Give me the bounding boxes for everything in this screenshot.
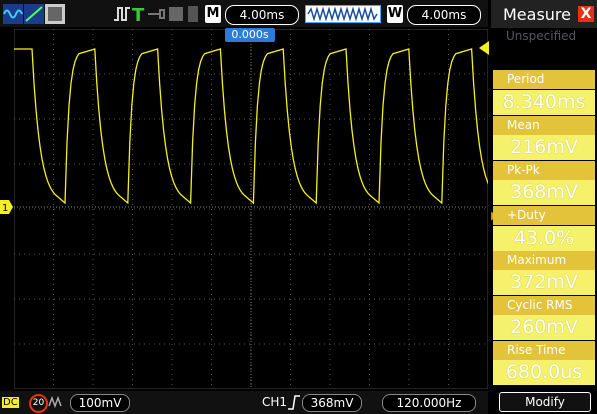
measure-source: Unspecified [506,29,577,43]
measure-label-rise-time[interactable]: Rise Time [493,341,595,360]
probe-icon [148,9,165,19]
memory-position-bar[interactable] [305,5,381,23]
volts-per-div[interactable]: 100mV [70,394,130,412]
main-timebase[interactable]: 4.00ms [225,5,299,25]
measure-value-maximum: 372mV [493,270,595,295]
trigger-position-readout: 0.000s [225,28,275,42]
graticule [13,28,535,390]
measure-value-mean: 216mV [493,135,595,160]
pkpk-value-text: 368mV [510,181,578,203]
maximum-value-text: 372mV [510,271,578,293]
measure-label-period[interactable]: Period [493,70,595,89]
main-timebase-label: M [205,5,221,23]
measure-label-duty[interactable]: +Duty [493,206,595,225]
measure-label-pkpk[interactable]: Pk-Pk [493,161,595,180]
measure-panel-header: Measure X [491,0,597,28]
top-status-bar: T M 4.00ms W 4.00ms [0,0,488,27]
measure-value-duty: 43.0% [493,226,595,251]
bottom-status-bar: DC 20 100mV CH1 368mV 120.000Hz [0,391,488,414]
trigger-level[interactable]: 368mV [302,394,362,412]
waveform-display[interactable] [13,28,535,390]
ramp-icon[interactable] [24,4,44,24]
measure-label-mean[interactable]: Mean [493,116,595,135]
measure-label-maximum[interactable]: Maximum [493,251,595,270]
modify-button[interactable]: Modify [499,392,591,412]
channel-1-marker[interactable]: 1 [0,200,14,214]
save-icon [169,7,183,21]
display-mode-icon[interactable] [45,4,65,24]
trigger-source[interactable]: CH1 [262,395,287,409]
measure-value-pkpk: 368mV [493,180,595,205]
frequency-readout: 120.000Hz [382,394,476,412]
usb-icon [188,6,198,22]
measure-value-period: 8.340ms [493,90,595,115]
measure-label-cyclic-rms[interactable]: Cyclic RMS [493,296,595,315]
memory-waveform-icon [307,6,378,22]
trigger-level-marker[interactable] [479,41,489,55]
bw-limit-indicator[interactable]: 20 [29,394,48,413]
close-button[interactable]: X [578,6,594,22]
window-timebase[interactable]: 4.00ms [407,5,481,25]
trigger-t-icon: T [132,5,145,24]
rise-time-value-text: 680.0us [505,361,583,383]
measure-panel: Measure X Unspecified Period 8.340ms Mea… [491,0,597,414]
channel-marker-label: 1 [2,203,8,214]
rising-edge-icon [288,395,300,410]
invert-wave-icon [48,396,62,408]
measure-panel-title: Measure [503,5,571,24]
window-timebase-label: W [387,5,403,23]
mean-value-text: 216mV [510,136,578,158]
period-value-text: 8.340ms [502,91,586,113]
svg-text:T: T [132,5,145,24]
measure-value-cyclic-rms: 260mV [493,315,595,340]
coupling-indicator[interactable]: DC [2,397,19,408]
cyclic-rms-value-text: 260mV [510,316,578,338]
waveform-icon[interactable] [3,4,23,24]
measure-value-rise-time: 680.0us [493,360,595,385]
duty-value-text: 43.0% [513,227,575,249]
